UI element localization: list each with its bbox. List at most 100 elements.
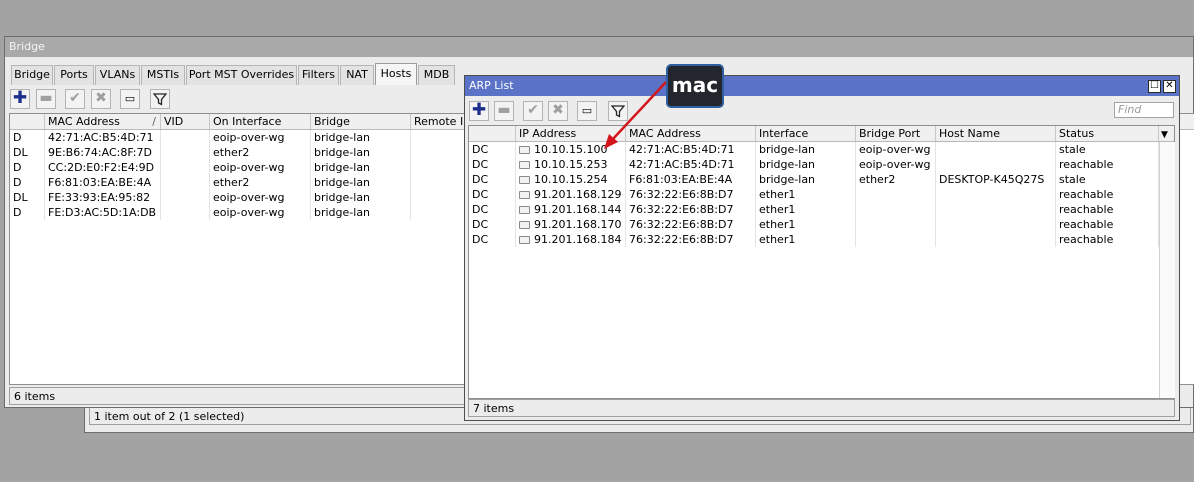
ip-address-text: 10.10.15.254	[534, 173, 608, 186]
arp-add-button[interactable]: ✚	[469, 101, 489, 121]
cell-bridge: bridge-lan	[311, 160, 411, 175]
tab-hosts[interactable]: Hosts	[375, 63, 417, 85]
bridge-status-bar: 6 items	[9, 387, 469, 405]
cell-flags: DC	[469, 232, 516, 247]
col-mac-address[interactable]: MAC Address	[626, 126, 756, 141]
tab-vlans[interactable]: VLANs	[95, 65, 140, 85]
col-ip-address[interactable]: IP Address	[516, 126, 626, 141]
cell-flags: DC	[469, 142, 516, 157]
cell-flags: D	[10, 160, 45, 175]
cell-mac-address: FE:D3:AC:5D:1A:DB	[45, 205, 161, 220]
tab-mdb[interactable]: MDB	[418, 65, 455, 85]
vertical-scrollbar[interactable]	[1159, 142, 1175, 398]
cell-ip-address: 91.201.168.170	[516, 217, 626, 232]
cell-interface: bridge-lan	[756, 142, 856, 157]
cell-mac-address: 76:32:22:E6:8B:D7	[626, 187, 756, 202]
cell-bridge-port	[856, 217, 936, 232]
filter-button[interactable]	[150, 89, 170, 109]
tab-filters[interactable]: Filters	[298, 65, 339, 85]
column-menu-button[interactable]: ▼	[1159, 126, 1175, 141]
ip-entry-icon	[519, 191, 530, 199]
cell-interface: ether1	[756, 217, 856, 232]
arp-remove-button[interactable]: ▬	[494, 101, 514, 121]
table-row[interactable]: DC 91.201.168.170 76:32:22:E6:8B:D7 ether1 r…	[469, 217, 1159, 232]
cell-ip-address: 10.10.15.254	[516, 172, 626, 187]
cell-ip-address: 10.10.15.253	[516, 157, 626, 172]
mac-callout: mac	[666, 64, 724, 108]
arp-table-header: IP Address MAC Address Interface Bridge …	[469, 126, 1174, 142]
cell-status: stale	[1056, 142, 1159, 157]
arp-disable-button[interactable]: ✖	[548, 101, 568, 121]
cell-host-name	[936, 217, 1056, 232]
close-button[interactable]: ✕	[1163, 80, 1176, 93]
col-flags[interactable]	[469, 126, 516, 141]
disable-button[interactable]: ✖	[91, 89, 111, 109]
comment-button[interactable]: ▭	[120, 89, 140, 109]
col-status[interactable]: Status	[1056, 126, 1159, 141]
cell-interface: ether1	[756, 187, 856, 202]
arp-filter-button[interactable]	[608, 101, 628, 121]
col-bridge[interactable]: Bridge	[311, 114, 411, 129]
cell-status: reachable	[1056, 187, 1159, 202]
cell-flags: DL	[10, 190, 45, 205]
arp-status-bar: 7 items	[468, 399, 1175, 417]
ip-entry-icon	[519, 236, 530, 244]
col-interface[interactable]: Interface	[756, 126, 856, 141]
col-flags[interactable]	[10, 114, 45, 129]
cell-vid	[161, 190, 210, 205]
cell-status: reachable	[1056, 217, 1159, 232]
tab-mstis[interactable]: MSTIs	[141, 65, 185, 85]
cell-status: reachable	[1056, 232, 1159, 247]
close-icon: ✕	[1165, 80, 1174, 91]
maximize-button[interactable]: ☐	[1148, 80, 1161, 93]
find-input[interactable]: Find	[1114, 102, 1174, 118]
plus-icon: ✚	[12, 88, 28, 108]
col-bridge-port[interactable]: Bridge Port	[856, 126, 936, 141]
cell-mac-address: 76:32:22:E6:8B:D7	[626, 217, 756, 232]
chevron-down-icon: ▼	[1161, 130, 1168, 140]
ip-address-text: 91.201.168.184	[534, 233, 622, 246]
arp-enable-button[interactable]: ✔	[523, 101, 543, 121]
cell-bridge: bridge-lan	[311, 205, 411, 220]
cell-mac-address: 76:32:22:E6:8B:D7	[626, 232, 756, 247]
cell-host-name	[936, 232, 1056, 247]
arp-comment-button[interactable]: ▭	[577, 101, 597, 121]
table-row[interactable]: DC 91.201.168.144 76:32:22:E6:8B:D7 ether1 r…	[469, 202, 1159, 217]
ip-address-text: 91.201.168.170	[534, 218, 622, 231]
cell-on-interface: eoip-over-wg	[210, 160, 311, 175]
cell-flags: DC	[469, 187, 516, 202]
table-row[interactable]: DC 10.10.15.100 42:71:AC:B5:4D:71 bridge-la…	[469, 142, 1159, 157]
cell-interface: ether1	[756, 232, 856, 247]
cell-status: stale	[1056, 172, 1159, 187]
tab-bridge[interactable]: Bridge	[11, 65, 53, 85]
cell-vid	[161, 145, 210, 160]
cell-interface: bridge-lan	[756, 157, 856, 172]
table-row[interactable]: DC 91.201.168.129 76:32:22:E6:8B:D7 ether1 r…	[469, 187, 1159, 202]
cell-ip-address: 91.201.168.144	[516, 202, 626, 217]
table-row[interactable]: DC 91.201.168.184 76:32:22:E6:8B:D7 ether1 r…	[469, 232, 1159, 247]
table-row[interactable]: DC 10.10.15.253 42:71:AC:B5:4D:71 bridge-la…	[469, 157, 1159, 172]
col-vid[interactable]: VID	[161, 114, 210, 129]
cell-ip-address: 10.10.15.100	[516, 142, 626, 157]
col-host-name[interactable]: Host Name	[936, 126, 1056, 141]
plus-icon: ✚	[471, 100, 487, 120]
comment-icon: ▭	[124, 92, 136, 105]
maximize-icon: ☐	[1150, 80, 1159, 91]
cell-bridge-port	[856, 232, 936, 247]
enable-button[interactable]: ✔	[65, 89, 85, 109]
remove-button[interactable]: ▬	[36, 89, 56, 109]
tab-ports[interactable]: Ports	[54, 65, 94, 85]
add-button[interactable]: ✚	[10, 89, 30, 109]
tab-port-mst-overrides[interactable]: Port MST Overrides	[186, 65, 297, 85]
cell-host-name	[936, 142, 1056, 157]
ip-address-text: 91.201.168.144	[534, 203, 622, 216]
cell-vid	[161, 175, 210, 190]
col-mac-address[interactable]: MAC Address /	[45, 114, 161, 129]
cell-flags: DC	[469, 172, 516, 187]
col-on-interface[interactable]: On Interface	[210, 114, 311, 129]
cell-mac-address: 42:71:AC:B5:4D:71	[626, 157, 756, 172]
tab-nat[interactable]: NAT	[340, 65, 374, 85]
table-row[interactable]: DC 10.10.15.254 F6:81:03:EA:BE:4A bridge-la…	[469, 172, 1159, 187]
cell-mac-address: F6:81:03:EA:BE:4A	[45, 175, 161, 190]
ip-address-text: 10.10.15.100	[534, 143, 608, 156]
